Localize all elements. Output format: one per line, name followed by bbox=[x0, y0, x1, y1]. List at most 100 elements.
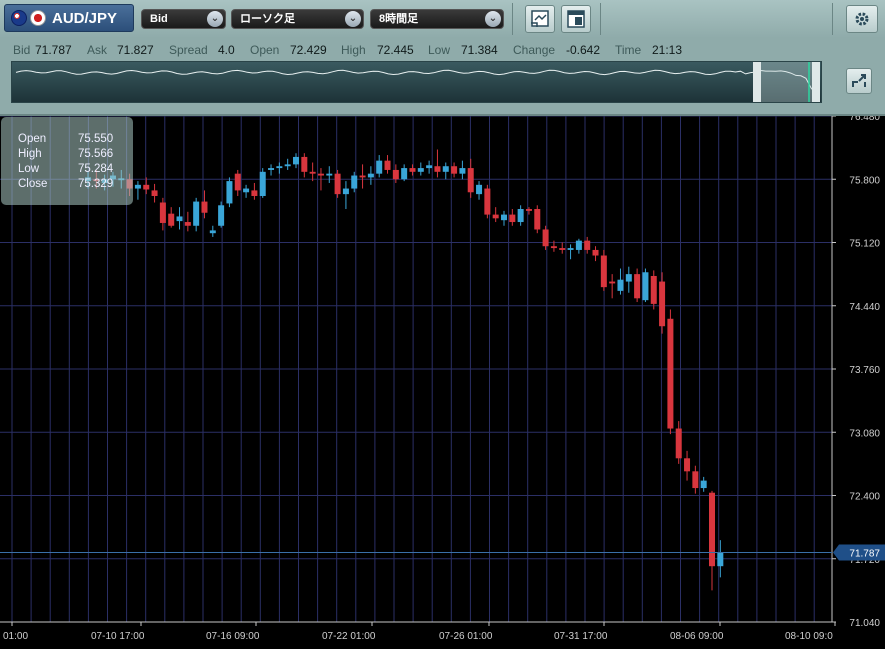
candle-body bbox=[351, 175, 358, 189]
candle-body bbox=[134, 184, 141, 189]
navigator-price-line bbox=[15, 69, 817, 95]
chevron-down-icon: ⌄ bbox=[345, 11, 361, 27]
ohlc-open-label: Open bbox=[18, 133, 47, 145]
y-tick-label: 76.480 bbox=[849, 116, 880, 123]
candle-body bbox=[451, 166, 458, 174]
settings-button[interactable] bbox=[846, 5, 878, 33]
window-layout-button[interactable] bbox=[561, 5, 591, 33]
navigator-chart[interactable] bbox=[11, 61, 822, 103]
candle-body bbox=[617, 279, 624, 291]
time-value: 21:13 bbox=[652, 43, 683, 57]
gear-icon bbox=[855, 12, 869, 26]
resize-arrows-icon bbox=[852, 74, 866, 87]
candle-body bbox=[334, 173, 341, 195]
candle-body bbox=[268, 168, 275, 170]
high-label: High bbox=[341, 43, 366, 57]
candle-body bbox=[326, 173, 333, 176]
ohlc-high-value: 75.566 bbox=[78, 148, 114, 160]
candle-body bbox=[717, 552, 724, 567]
chart-export-icon bbox=[531, 10, 549, 27]
candle-body bbox=[659, 281, 666, 327]
x-tick-label: 07-26 01:00 bbox=[439, 631, 493, 642]
symbol-selector[interactable]: AUD/JPY bbox=[4, 4, 134, 32]
chart-type-dropdown[interactable]: ローソク足 ⌄ bbox=[231, 9, 364, 29]
high-value: 72.445 bbox=[377, 43, 414, 57]
candle-body bbox=[276, 166, 283, 169]
candle-body bbox=[209, 230, 216, 234]
x-tick-label: 07-31 17:00 bbox=[554, 631, 608, 642]
candles bbox=[85, 149, 724, 591]
x-tick-label: 01:00 bbox=[3, 631, 28, 642]
candle-body bbox=[592, 249, 599, 256]
ohlc-open-value: 75.550 bbox=[78, 133, 114, 145]
australia-flag-icon bbox=[11, 10, 27, 26]
candle-body bbox=[650, 275, 657, 304]
y-tick-label: 74.440 bbox=[849, 302, 880, 313]
current-price-label: 71.787 bbox=[849, 549, 880, 560]
candle-body bbox=[409, 168, 416, 172]
expand-chart-button[interactable] bbox=[846, 68, 872, 94]
x-tick-label: 08-10 09:0 bbox=[785, 631, 833, 642]
candle-body bbox=[501, 214, 507, 221]
candle-body bbox=[525, 209, 532, 211]
candle-body bbox=[434, 166, 441, 172]
candle-body bbox=[201, 201, 208, 213]
candle-body bbox=[243, 188, 250, 193]
price-type-dropdown[interactable]: Bid ⌄ bbox=[141, 9, 226, 29]
candle-body bbox=[176, 216, 183, 222]
window-layout-icon bbox=[567, 10, 585, 28]
candle-body bbox=[575, 240, 582, 250]
candle-body bbox=[642, 272, 649, 301]
y-tick-label: 72.400 bbox=[849, 492, 880, 503]
candle-body bbox=[484, 188, 491, 215]
spread-label: Spread bbox=[169, 43, 208, 57]
chart-type-value: ローソク足 bbox=[240, 13, 295, 25]
candle-body bbox=[534, 209, 541, 230]
quote-bar: Bid 71.787 Ask 71.827 Spread 4.0 Open 72… bbox=[0, 38, 885, 60]
candle-body bbox=[567, 248, 574, 250]
candle-body bbox=[426, 165, 433, 169]
ohlc-high-label: High bbox=[18, 148, 42, 160]
symbol-label: AUD/JPY bbox=[52, 9, 118, 27]
y-tick-label: 75.800 bbox=[849, 175, 880, 186]
bid-label: Bid bbox=[13, 43, 31, 57]
low-label: Low bbox=[428, 43, 451, 57]
ohlc-low-value: 75.284 bbox=[78, 163, 114, 175]
chart-export-button[interactable] bbox=[525, 5, 555, 33]
candle-body bbox=[634, 274, 641, 299]
spread-value: 4.0 bbox=[218, 43, 235, 57]
time-label: Time bbox=[615, 43, 642, 57]
candle-body bbox=[459, 168, 466, 174]
open-label: Open bbox=[250, 43, 280, 57]
ohlc-low-label: Low bbox=[18, 163, 40, 175]
open-value: 72.429 bbox=[290, 43, 327, 57]
candle-body bbox=[159, 202, 166, 223]
candle-body bbox=[259, 171, 266, 196]
candle-body bbox=[359, 175, 366, 178]
candle-body bbox=[392, 169, 399, 180]
candle-body bbox=[151, 190, 158, 196]
timeframe-dropdown[interactable]: 8時間足 ⌄ bbox=[370, 9, 504, 29]
candle-body bbox=[342, 188, 349, 195]
candle-body bbox=[600, 255, 607, 288]
x-tick-label: 07-10 17:00 bbox=[91, 631, 145, 642]
toolbar-divider bbox=[832, 3, 833, 35]
candle-body bbox=[367, 173, 374, 178]
candle-body bbox=[234, 173, 241, 191]
x-tick-label: 07-16 09:00 bbox=[206, 631, 260, 642]
candle-body bbox=[417, 168, 424, 172]
candle-body bbox=[401, 168, 408, 180]
candle-body bbox=[667, 318, 674, 429]
candle-body bbox=[317, 173, 324, 176]
price-type-value: Bid bbox=[150, 13, 168, 25]
timeframe-value: 8時間足 bbox=[379, 13, 419, 25]
candle-body bbox=[384, 160, 391, 170]
candle-body bbox=[700, 480, 707, 489]
candle-body bbox=[226, 181, 233, 204]
candle-body bbox=[193, 201, 200, 226]
candle-body bbox=[442, 166, 449, 172]
navigator-right-handle bbox=[812, 62, 820, 102]
candle-body bbox=[293, 156, 299, 165]
candle-body bbox=[584, 240, 591, 250]
y-tick-label: 73.760 bbox=[849, 365, 880, 376]
